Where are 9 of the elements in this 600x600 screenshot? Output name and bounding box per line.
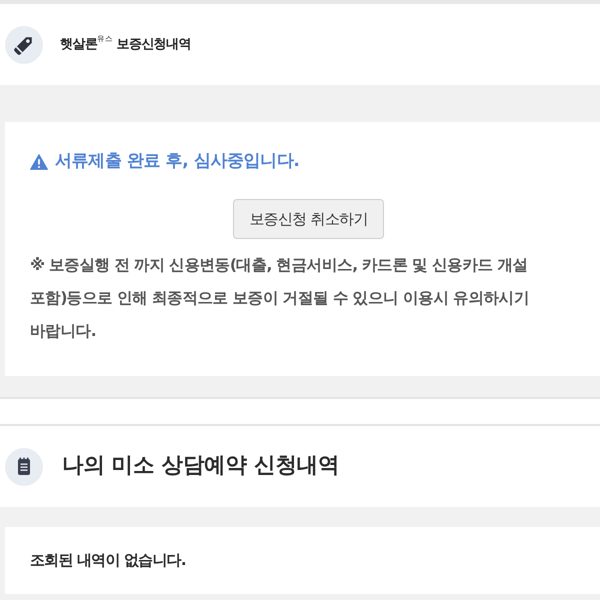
- notice-text: ※ 보증실행 전 까지 신용변동(대출, 현금서비스, 카드론 및 신용카드 개설 포함)등으로 인해 최종적으로 보증이 거절될 수 있으니 이용시 유의하시기 바랍니다.: [30, 255, 530, 342]
- cancel-button[interactable]: 보증신청 취소하기: [233, 199, 384, 239]
- status-message: 서류제출 완료 후, 심사중입니다.: [55, 150, 300, 174]
- empty-message: 조회된 내역이 없습니다.: [30, 550, 186, 572]
- warning-icon: [30, 154, 48, 170]
- notepad-icon: [5, 448, 43, 486]
- tag-icon: [5, 26, 43, 64]
- section-title: 나의 미소 상담예약 신청내역: [62, 452, 340, 480]
- section-title: 햇살론$^{유스}$ 보증신청내역: [60, 34, 191, 54]
